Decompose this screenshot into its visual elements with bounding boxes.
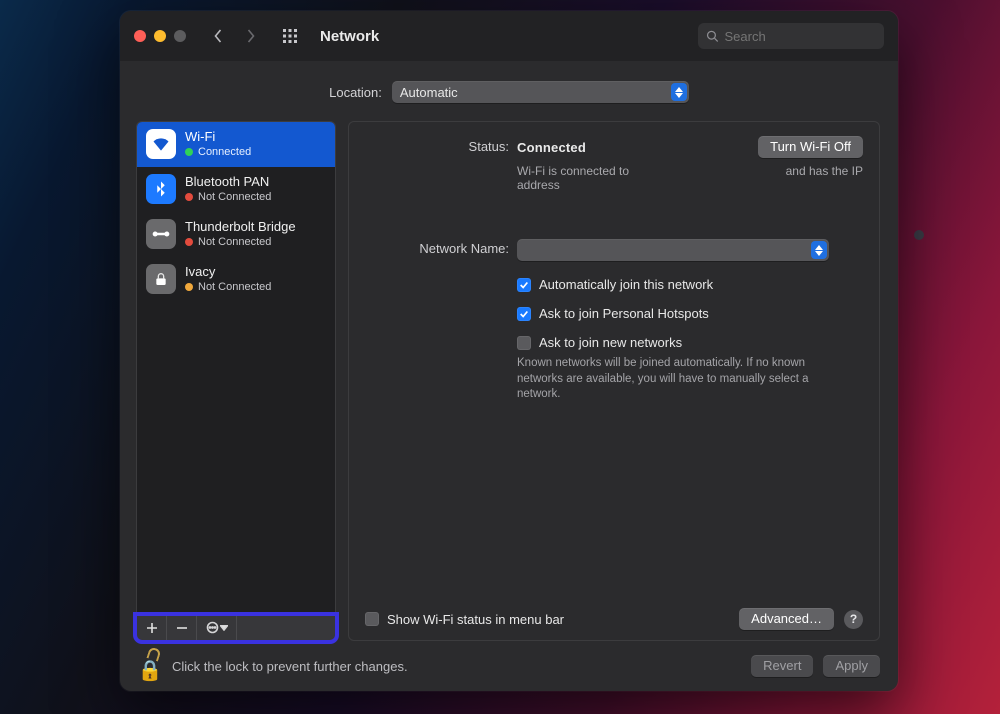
status-row: Status: Connected Turn Wi-Fi Off Wi-Fi i…	[365, 136, 863, 192]
status-dot-icon	[185, 148, 193, 156]
details-panel: Status: Connected Turn Wi-Fi Off Wi-Fi i…	[348, 121, 880, 641]
checkbox-label: Ask to join new networks	[539, 335, 682, 350]
details-footer: Show Wi-Fi status in menu bar Advanced… …	[365, 598, 863, 630]
lock-icon	[146, 264, 176, 294]
service-name: Thunderbolt Bridge	[185, 220, 296, 234]
service-status: Connected	[198, 146, 251, 158]
service-status: Not Connected	[198, 191, 271, 203]
add-service-button[interactable]	[137, 615, 167, 640]
show-all-icon[interactable]	[278, 22, 302, 50]
network-name-select[interactable]	[517, 239, 829, 261]
location-label: Location:	[329, 85, 382, 100]
new-networks-hint: Known networks will be joined automatica…	[517, 356, 837, 403]
lock-button[interactable]: 🔒	[138, 649, 162, 683]
help-button[interactable]: ?	[844, 610, 863, 629]
bluetooth-icon	[146, 174, 176, 204]
select-stepper-icon	[811, 241, 827, 259]
service-name: Bluetooth PAN	[185, 175, 271, 189]
service-item-thunderbolt-bridge[interactable]: Thunderbolt Bridge Not Connected	[137, 212, 335, 257]
preferences-window: Network Location: Automatic	[120, 11, 898, 691]
location-select[interactable]: Automatic	[392, 81, 689, 103]
remove-service-button[interactable]	[167, 615, 197, 640]
status-label: Status:	[365, 136, 509, 154]
checkbox-icon	[517, 278, 531, 292]
network-name-label: Network Name:	[365, 238, 509, 256]
content-area: Wi-Fi Connected Bluetooth PAN Not Connec…	[120, 121, 898, 641]
checkbox-label: Show Wi-Fi status in menu bar	[387, 612, 564, 627]
options-group: Automatically join this network Ask to j…	[517, 277, 863, 350]
search-field[interactable]	[698, 23, 884, 49]
checkbox-icon	[365, 612, 379, 626]
checkbox-icon	[517, 336, 531, 350]
service-status: Not Connected	[198, 236, 271, 248]
service-item-wifi[interactable]: Wi-Fi Connected	[137, 122, 335, 167]
network-name-row: Network Name:	[365, 238, 863, 261]
apply-button[interactable]: Apply	[823, 655, 880, 677]
padlock-icon: 🔒	[138, 658, 163, 683]
search-icon	[706, 29, 718, 43]
advanced-button[interactable]: Advanced…	[739, 608, 834, 630]
revert-button[interactable]: Revert	[751, 655, 813, 677]
desktop-artifact-dot	[914, 230, 924, 240]
checkbox-hotspots[interactable]: Ask to join Personal Hotspots	[517, 306, 863, 321]
service-name: Ivacy	[185, 265, 271, 279]
status-value: Connected	[517, 140, 586, 155]
status-dot-icon	[185, 238, 193, 246]
zoom-window-button[interactable]	[174, 30, 186, 42]
location-value: Automatic	[400, 85, 671, 100]
window-controls	[134, 30, 186, 42]
service-name: Wi-Fi	[185, 130, 251, 144]
checkbox-auto-join[interactable]: Automatically join this network	[517, 277, 863, 292]
minimize-window-button[interactable]	[154, 30, 166, 42]
lock-description: Click the lock to prevent further change…	[172, 659, 408, 674]
checkbox-icon	[517, 307, 531, 321]
service-actions-menu[interactable]	[197, 615, 237, 640]
close-window-button[interactable]	[134, 30, 146, 42]
thunderbolt-bridge-icon	[146, 219, 176, 249]
checkbox-label: Automatically join this network	[539, 277, 713, 292]
checkbox-menubar[interactable]: Show Wi-Fi status in menu bar	[365, 612, 564, 627]
service-item-ivacy[interactable]: Ivacy Not Connected	[137, 257, 335, 302]
status-dot-icon	[185, 283, 193, 291]
status-description: Wi-Fi is connected to and has the IP	[517, 164, 863, 178]
forward-button[interactable]	[238, 22, 262, 50]
window-footer: 🔒 Click the lock to prevent further chan…	[120, 641, 898, 691]
wifi-icon	[146, 129, 176, 159]
checkbox-new-networks[interactable]: Ask to join new networks	[517, 335, 863, 350]
select-stepper-icon	[671, 83, 687, 101]
window-title: Network	[320, 28, 379, 45]
titlebar: Network	[120, 11, 898, 61]
service-item-bluetooth-pan[interactable]: Bluetooth PAN Not Connected	[137, 167, 335, 212]
services-list: Wi-Fi Connected Bluetooth PAN Not Connec…	[136, 121, 336, 615]
status-dot-icon	[185, 193, 193, 201]
service-status: Not Connected	[198, 281, 271, 293]
toggle-wifi-button[interactable]: Turn Wi-Fi Off	[758, 136, 863, 158]
location-row: Location: Automatic	[120, 61, 898, 121]
services-sidebar: Wi-Fi Connected Bluetooth PAN Not Connec…	[136, 121, 336, 641]
services-list-footer	[136, 615, 336, 641]
search-input[interactable]	[724, 29, 876, 44]
back-button[interactable]	[206, 22, 230, 50]
checkbox-label: Ask to join Personal Hotspots	[539, 306, 709, 321]
